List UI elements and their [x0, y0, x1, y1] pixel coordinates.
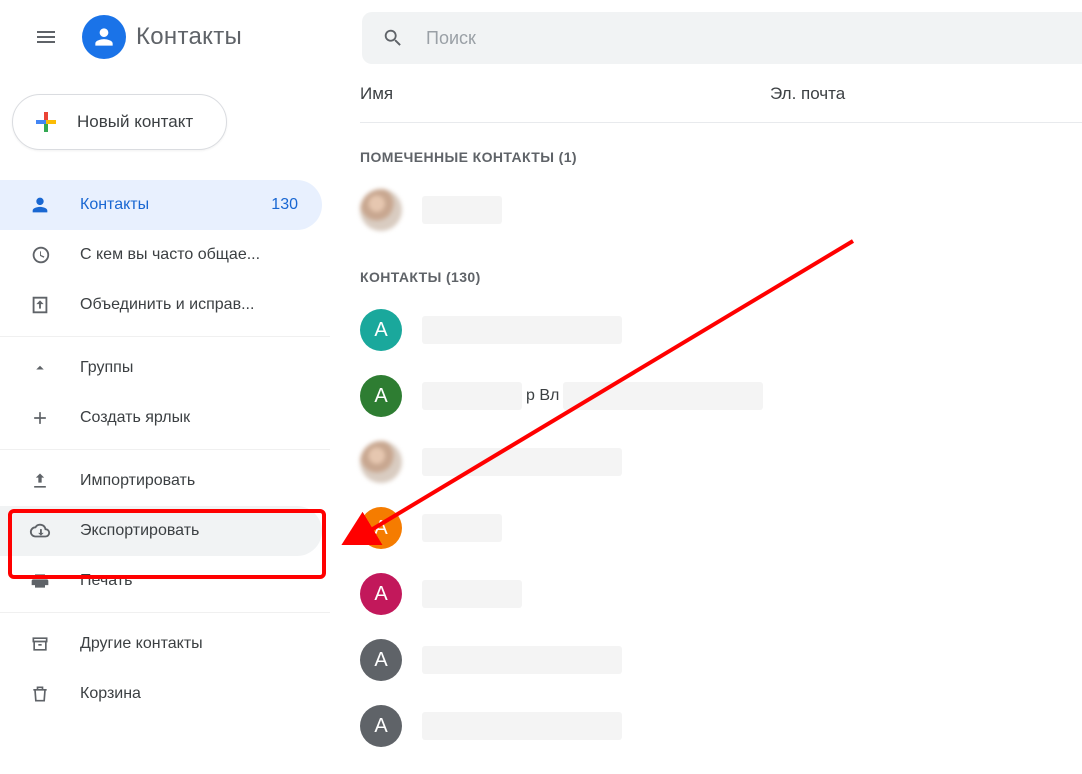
- new-contact-label: Новый контакт: [77, 112, 193, 132]
- sidebar-item-contacts[interactable]: Контакты 130: [0, 180, 322, 230]
- sidebar-item-groups[interactable]: Группы: [0, 343, 322, 393]
- archive-icon: [28, 632, 52, 656]
- sidebar-item-label: Другие контакты: [80, 635, 203, 653]
- contact-row[interactable]: А: [360, 561, 1082, 627]
- sidebar-item-label: Создать ярлык: [80, 409, 190, 427]
- avatar: А: [360, 639, 402, 681]
- contact-row[interactable]: [360, 429, 1082, 495]
- sidebar-item-other-contacts[interactable]: Другие контакты: [0, 619, 322, 669]
- plus-icon: [28, 406, 52, 430]
- contact-row[interactable]: А: [360, 627, 1082, 693]
- avatar: [360, 441, 402, 483]
- column-headers: Имя Эл. почта: [360, 84, 1082, 123]
- sidebar-item-label: Корзина: [80, 685, 141, 703]
- contact-row[interactable]: А: [360, 495, 1082, 561]
- avatar: А: [360, 309, 402, 351]
- sidebar-item-import[interactable]: Импортировать: [0, 456, 322, 506]
- header: Контакты: [0, 0, 1082, 74]
- search-input[interactable]: [424, 27, 824, 50]
- search-bar[interactable]: [362, 12, 1082, 64]
- starred-section-label: ПОМЕЧЕННЫЕ КОНТАКТЫ (1): [360, 149, 1082, 165]
- trash-icon: [28, 682, 52, 706]
- sidebar-item-label: Объединить и исправ...: [80, 296, 254, 314]
- redacted-text: [422, 514, 502, 542]
- name-fragment: р Вл: [526, 387, 559, 405]
- column-name: Имя: [360, 84, 770, 104]
- redacted-text: [563, 382, 763, 410]
- sidebar-item-label: С кем вы часто общае...: [80, 246, 260, 264]
- merge-icon: [28, 293, 52, 317]
- avatar: [360, 189, 402, 231]
- sidebar-item-label: Контакты: [80, 196, 149, 214]
- chevron-up-icon: [28, 356, 52, 380]
- plus-multicolor-icon: [33, 109, 59, 135]
- contact-row[interactable]: Ар Вл: [360, 363, 1082, 429]
- sidebar-item-merge[interactable]: Объединить и исправ...: [0, 280, 322, 330]
- contacts-count: 130: [271, 196, 298, 214]
- avatar: А: [360, 507, 402, 549]
- person-icon: [28, 193, 52, 217]
- redacted-text: [422, 580, 522, 608]
- sidebar: Новый контакт Контакты 130 С кем вы част…: [0, 74, 330, 774]
- sidebar-item-trash[interactable]: Корзина: [0, 669, 322, 719]
- app-title: Контакты: [136, 23, 242, 51]
- menu-icon[interactable]: [22, 13, 70, 61]
- avatar: А: [360, 375, 402, 417]
- sidebar-item-print[interactable]: Печать: [0, 556, 322, 606]
- sidebar-item-export[interactable]: Экспортировать: [0, 506, 322, 556]
- contact-row[interactable]: А: [360, 297, 1082, 363]
- redacted-text: [422, 646, 622, 674]
- redacted-text: [422, 448, 622, 476]
- redacted-text: [422, 712, 622, 740]
- contact-row[interactable]: А: [360, 693, 1082, 759]
- history-icon: [28, 243, 52, 267]
- redacted-text: [422, 196, 502, 224]
- sidebar-item-frequent[interactable]: С кем вы часто общае...: [0, 230, 322, 280]
- cloud-download-icon: [28, 519, 52, 543]
- redacted-text: [422, 316, 622, 344]
- new-contact-button[interactable]: Новый контакт: [12, 94, 227, 150]
- print-icon: [28, 569, 52, 593]
- avatar: А: [360, 573, 402, 615]
- sidebar-item-create-label[interactable]: Создать ярлык: [0, 393, 322, 443]
- upload-icon: [28, 469, 52, 493]
- contacts-logo-icon: [82, 15, 126, 59]
- sidebar-item-label: Импортировать: [80, 472, 195, 490]
- avatar: А: [360, 705, 402, 747]
- sidebar-item-label: Группы: [80, 359, 133, 377]
- column-email: Эл. почта: [770, 84, 845, 104]
- sidebar-item-label: Экспортировать: [80, 522, 199, 540]
- contact-row[interactable]: [360, 177, 1082, 243]
- redacted-text: [422, 382, 522, 410]
- sidebar-item-label: Печать: [80, 572, 132, 590]
- contacts-section-label: КОНТАКТЫ (130): [360, 269, 1082, 285]
- search-icon: [382, 27, 404, 49]
- content-area: Имя Эл. почта ПОМЕЧЕННЫЕ КОНТАКТЫ (1) КО…: [330, 74, 1082, 774]
